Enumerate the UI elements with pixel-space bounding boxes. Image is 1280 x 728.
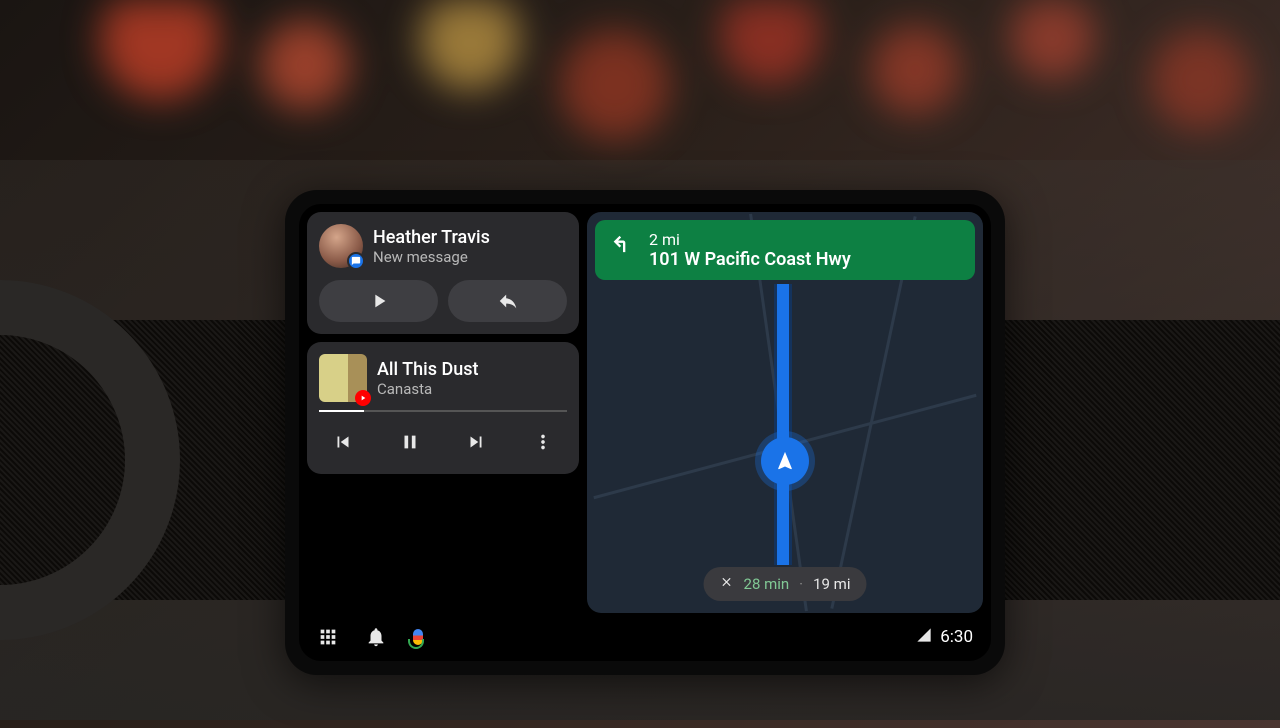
avatar: [319, 224, 363, 268]
system-bar: 6:30: [299, 613, 991, 661]
eta-time: 28 min: [744, 575, 790, 593]
app-launcher-button[interactable]: [317, 626, 339, 648]
infotainment-screen: Heather Travis New message: [299, 204, 991, 661]
microphone-icon: [413, 629, 423, 645]
navigation-arrow-icon: [774, 450, 796, 472]
status-clock: 6:30: [940, 627, 973, 647]
cell-signal-icon: [916, 627, 932, 647]
previous-track-button[interactable]: [323, 422, 363, 462]
bell-icon: [365, 626, 387, 648]
close-icon: [720, 575, 734, 589]
reply-icon: [497, 290, 519, 312]
play-icon: [368, 290, 390, 312]
eta-pill[interactable]: 28 min · 19 mi: [704, 567, 867, 601]
skip-next-icon: [465, 431, 487, 453]
reply-button[interactable]: [448, 280, 567, 322]
close-navigation-button[interactable]: [720, 575, 734, 593]
playback-progress[interactable]: [319, 410, 567, 412]
more-options-button[interactable]: [523, 422, 563, 462]
track-artist: Canasta: [377, 380, 478, 398]
infotainment-bezel: Heather Travis New message: [285, 190, 1005, 675]
navigation-map[interactable]: 2 mi 101 W Pacific Coast Hwy 28 min · 19…: [587, 212, 983, 613]
media-card[interactable]: All This Dust Canasta: [307, 342, 579, 474]
pause-icon: [399, 431, 421, 453]
album-art: [319, 354, 367, 402]
notification-subtitle: New message: [373, 248, 567, 266]
track-title: All This Dust: [377, 359, 478, 380]
turn-left-icon: [609, 230, 637, 262]
youtube-music-badge-icon: [355, 390, 371, 406]
notification-card[interactable]: Heather Travis New message: [307, 212, 579, 334]
navigation-road-name: 101 W Pacific Coast Hwy: [649, 249, 851, 270]
apps-grid-icon: [317, 626, 339, 648]
skip-previous-icon: [332, 431, 354, 453]
voice-assistant-button[interactable]: [413, 629, 423, 645]
navigation-distance: 2 mi: [649, 230, 851, 249]
notifications-button[interactable]: [365, 626, 387, 648]
play-message-button[interactable]: [319, 280, 438, 322]
pause-button[interactable]: [390, 422, 430, 462]
messages-app-badge-icon: [347, 252, 365, 270]
next-track-button[interactable]: [456, 422, 496, 462]
navigation-banner[interactable]: 2 mi 101 W Pacific Coast Hwy: [595, 220, 975, 280]
eta-distance: 19 mi: [813, 575, 850, 593]
notification-sender: Heather Travis: [373, 227, 567, 248]
eta-separator: ·: [799, 575, 803, 593]
current-location-marker: [761, 437, 809, 485]
more-vert-icon: [532, 431, 554, 453]
speaker-grille-right: [980, 320, 1280, 600]
